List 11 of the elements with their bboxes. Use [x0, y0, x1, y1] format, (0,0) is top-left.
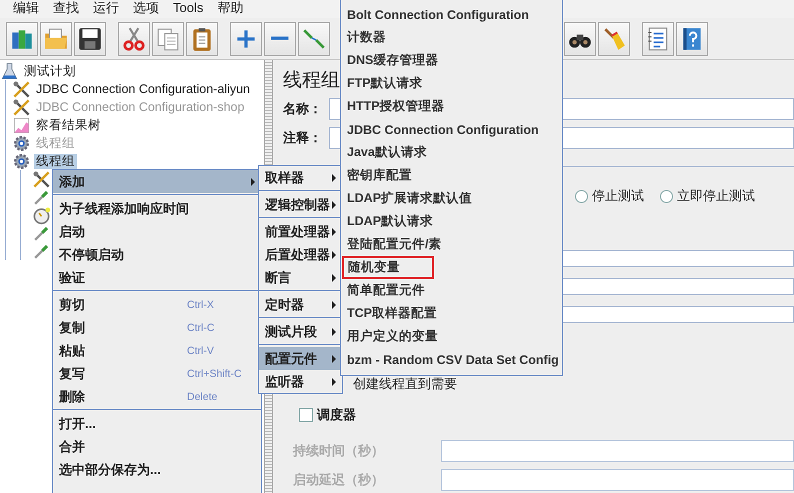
panel-title: 线程组: [283, 69, 340, 93]
shortcut-label: Ctrl-C: [187, 322, 216, 334]
checkbox-label: 创建线程直到需要: [353, 375, 457, 393]
field-label: 启动延迟（秒）: [293, 470, 385, 488]
field-label: 持续时间（秒）: [293, 442, 385, 460]
shortcut-label: Ctrl+Shift-C: [187, 368, 243, 380]
field-label: 注释：: [283, 129, 323, 148]
shortcut-label: Ctrl-X: [187, 298, 215, 310]
shortcut-label: Ctrl-V: [187, 344, 215, 356]
shortcut-label: Delete: [187, 390, 218, 402]
field-label: 名称：: [283, 100, 323, 118]
